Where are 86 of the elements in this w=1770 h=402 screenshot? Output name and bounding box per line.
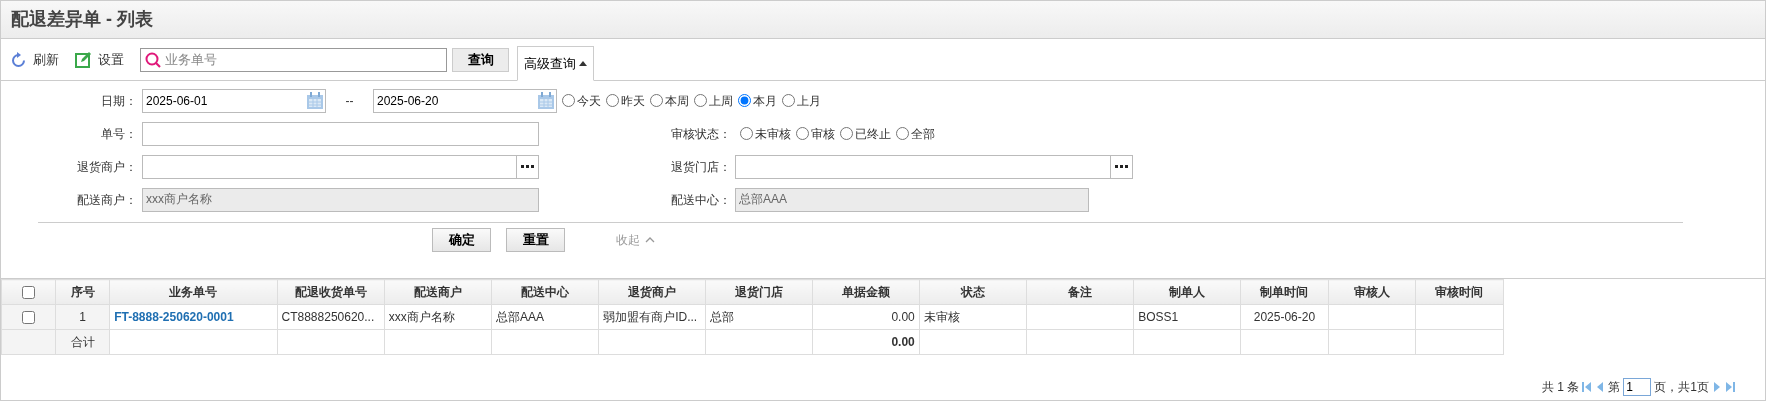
text-field[interactable] [142, 121, 539, 146]
caret-icon [579, 60, 587, 67]
more-button[interactable] [517, 154, 539, 179]
more-button[interactable] [1111, 154, 1133, 179]
text-field[interactable] [142, 154, 517, 179]
column-header: 序号 [55, 279, 110, 305]
radio-button[interactable] [896, 127, 909, 140]
table-cell: 总部AAA [491, 304, 599, 330]
field-label: 配送商户： [76, 191, 138, 209]
next-page-icon [1712, 381, 1722, 393]
field-label: 退货门店： [670, 158, 732, 176]
range-separator: -- [344, 92, 355, 110]
radio-label: 本月 [753, 92, 777, 110]
table-cell: 未审核 [919, 304, 1027, 330]
total-count: 共 1 条 [1541, 379, 1580, 396]
page-first-button[interactable] [1582, 381, 1593, 393]
radio-label: 上周 [709, 92, 733, 110]
radio-label: 未审核 [755, 125, 791, 143]
radio-button[interactable] [840, 127, 853, 140]
column-header: 配退收货单号 [277, 279, 385, 305]
radio-label: 昨天 [621, 92, 645, 110]
column-header: 制单人 [1133, 279, 1241, 305]
edit-icon [75, 51, 92, 68]
search-field[interactable]: 业务单号 [140, 47, 447, 72]
toolbar-button[interactable]: 刷新 [11, 49, 59, 70]
page-summary: 页，共1页 [1654, 379, 1709, 396]
checkbox[interactable] [22, 311, 36, 325]
totals-amount: 0.00 [812, 329, 920, 355]
table-cell: 总部 [705, 304, 813, 330]
page-number-field[interactable]: 1 [1623, 378, 1652, 396]
radio-label: 已终止 [855, 125, 891, 143]
column-header: 审核时间 [1415, 279, 1504, 305]
chevron-up-icon [645, 236, 655, 244]
radio-label: 审核 [811, 125, 835, 143]
advanced-search-tab[interactable]: 高级查询 [517, 46, 594, 81]
search-icon [145, 51, 161, 68]
page-next-button[interactable] [1712, 381, 1722, 393]
confirm-button[interactable]: 确定 [432, 228, 491, 252]
table-cell: 0.00 [812, 304, 920, 330]
search-button[interactable]: 查询 [452, 47, 509, 72]
page-prefix: 第 [1608, 379, 1621, 396]
column-header: 退货商户 [598, 279, 706, 305]
radio-button[interactable] [562, 94, 575, 107]
refresh-icon [11, 51, 27, 68]
radio-button[interactable] [740, 127, 753, 140]
column-header: 状态 [919, 279, 1027, 305]
radio-button[interactable] [606, 94, 619, 107]
radio-label: 全部 [911, 125, 935, 143]
radio-button[interactable] [782, 94, 795, 107]
column-header: 备注 [1026, 279, 1134, 305]
checkbox[interactable] [22, 286, 36, 300]
radio-label: 上月 [797, 92, 821, 110]
field-label: 单号： [100, 125, 138, 143]
column-header: 配送中心 [491, 279, 599, 305]
radio-button[interactable] [796, 127, 809, 140]
column-header: 退货门店 [705, 279, 813, 305]
reset-button[interactable]: 重置 [506, 228, 565, 252]
table-cell: xxx商户名称 [384, 304, 492, 330]
radio-label: 本周 [665, 92, 689, 110]
previous-page-icon [1595, 381, 1606, 393]
column-header: 配送商户 [384, 279, 492, 305]
last-page-icon [1725, 381, 1735, 393]
table-cell: 弱加盟有商户ID... [598, 304, 706, 330]
text-field[interactable] [735, 154, 1111, 179]
toolbar-button[interactable]: 设置 [75, 49, 124, 70]
table-cell: CT8888250620... [277, 304, 385, 330]
column-header: 业务单号 [109, 279, 277, 305]
field-label: 日期： [100, 92, 138, 110]
radio-button[interactable] [738, 94, 751, 107]
field-label: 退货商户： [76, 158, 138, 176]
field-label: 审核状态： [670, 125, 732, 143]
column-header: 审核人 [1328, 279, 1416, 305]
date-field[interactable]: 2025-06-20 [373, 88, 557, 113]
first-page-icon [1582, 381, 1593, 393]
page-previous-button[interactable] [1595, 381, 1606, 393]
table-cell: 2025-06-20 [1240, 304, 1328, 330]
radio-label: 今天 [577, 92, 601, 110]
table-cell: BOSS1 [1133, 304, 1241, 330]
date-field[interactable]: 2025-06-01 [142, 88, 326, 113]
column-header: 单据金额 [812, 279, 920, 305]
page-title: 配退差异单 - 列表 [11, 8, 153, 31]
page-last-button[interactable] [1725, 381, 1735, 393]
radio-button[interactable] [650, 94, 663, 107]
field-label: 配送中心： [670, 191, 732, 209]
radio-button[interactable] [694, 94, 707, 107]
column-header: 制单时间 [1240, 279, 1328, 305]
